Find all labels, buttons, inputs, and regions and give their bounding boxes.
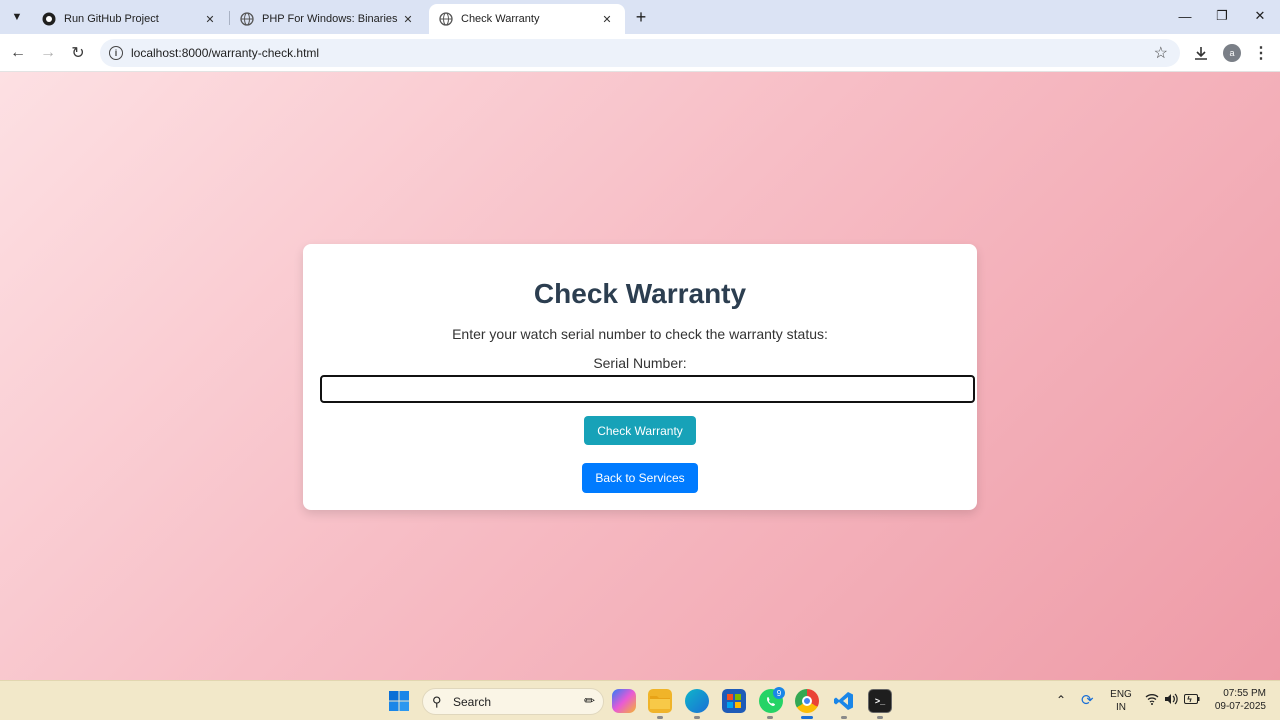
close-tab-icon[interactable]: ✕ xyxy=(599,11,615,27)
date-text: 09-07-2025 xyxy=(1214,701,1266,712)
globe-icon xyxy=(439,12,453,26)
minimize-icon[interactable]: — xyxy=(1170,5,1200,27)
back-to-services-button[interactable]: Back to Services xyxy=(582,463,698,493)
close-window-icon[interactable]: ✕ xyxy=(1245,5,1275,27)
language-indicator[interactable]: ENG IN xyxy=(1110,689,1132,713)
search-icon: ⚲ xyxy=(432,694,442,709)
close-tab-icon[interactable]: ✕ xyxy=(400,11,416,27)
copilot-icon[interactable] xyxy=(612,689,636,713)
instructions-text: Enter your watch serial number to check … xyxy=(452,326,828,342)
new-tab-plus-icon[interactable]: + xyxy=(631,7,651,27)
vscode-icon[interactable] xyxy=(832,689,856,713)
serial-number-label: Serial Number: xyxy=(593,355,687,371)
reload-icon[interactable]: ↻ xyxy=(67,42,89,64)
restore-icon[interactable]: ❐ xyxy=(1207,5,1237,27)
time-text: 07:55 PM xyxy=(1223,688,1266,699)
tab-strip: ▼ Run GitHub Project ✕ PHP For Windows: … xyxy=(0,0,1280,34)
clock[interactable]: 07:55 PM 09-07-2025 xyxy=(1212,688,1266,712)
search-placeholder: Search xyxy=(453,695,492,709)
download-icon[interactable] xyxy=(1190,42,1212,64)
address-bar[interactable]: i localhost:8000/warranty-check.html ☆ xyxy=(100,39,1180,67)
site-info-icon[interactable]: i xyxy=(109,46,123,60)
sync-icon[interactable]: ⟳ xyxy=(1081,691,1094,709)
page-title: Check Warranty xyxy=(533,278,747,309)
tab-title: PHP For Windows: Binaries and xyxy=(262,13,400,25)
language-code: ENG xyxy=(1110,689,1132,700)
chrome-icon[interactable] xyxy=(795,689,819,713)
page-background: Check Warranty Enter your watch serial n… xyxy=(0,72,1280,680)
windows-start-icon[interactable] xyxy=(388,690,410,712)
globe-icon xyxy=(240,12,254,26)
tab-title: Run GitHub Project xyxy=(64,13,159,25)
file-explorer-icon[interactable] xyxy=(648,689,672,713)
tab-php-for-windows[interactable]: PHP For Windows: Binaries and ✕ xyxy=(230,4,426,34)
battery-icon[interactable] xyxy=(1184,694,1200,707)
serial-number-input[interactable] xyxy=(320,375,975,403)
close-tab-icon[interactable]: ✕ xyxy=(202,11,218,27)
wifi-icon[interactable] xyxy=(1145,693,1159,708)
terminal-icon[interactable]: >_ xyxy=(868,689,892,713)
edge-icon[interactable] xyxy=(685,689,709,713)
back-arrow-icon[interactable]: ← xyxy=(7,42,29,64)
bookmark-star-icon[interactable]: ☆ xyxy=(1154,43,1168,63)
show-hidden-icons-chevron-icon[interactable]: ⌃ xyxy=(1056,693,1066,707)
github-icon xyxy=(42,12,56,26)
address-url[interactable]: localhost:8000/warranty-check.html xyxy=(131,46,319,60)
check-warranty-button[interactable]: Check Warranty xyxy=(584,416,696,445)
volume-icon[interactable] xyxy=(1164,693,1178,708)
tab-run-github-project[interactable]: Run GitHub Project ✕ xyxy=(32,4,228,34)
region-code: IN xyxy=(1116,702,1126,713)
search-highlight-icon: ✏ xyxy=(584,693,595,708)
kebab-menu-icon[interactable]: ⋮ xyxy=(1250,42,1272,64)
warranty-card: Check Warranty Enter your watch serial n… xyxy=(303,244,977,510)
taskbar-search-box[interactable]: ⚲ Search ✏ xyxy=(422,688,604,715)
taskbar: ⚲ Search ✏ 9 >_ ⌃ ⟳ ENG IN 07:55 PM 09-0… xyxy=(0,680,1280,720)
tab-title: Check Warranty xyxy=(461,13,540,25)
notification-badge: 9 xyxy=(773,687,785,699)
profile-avatar[interactable]: a xyxy=(1223,44,1241,62)
forward-arrow-icon[interactable]: → xyxy=(37,42,59,64)
microsoft-store-icon[interactable] xyxy=(722,689,746,713)
browser-toolbar: ← → ↻ i localhost:8000/warranty-check.ht… xyxy=(0,34,1280,72)
tab-check-warranty[interactable]: Check Warranty ✕ xyxy=(429,4,625,34)
tab-search-chevron-icon[interactable]: ▼ xyxy=(6,6,28,28)
